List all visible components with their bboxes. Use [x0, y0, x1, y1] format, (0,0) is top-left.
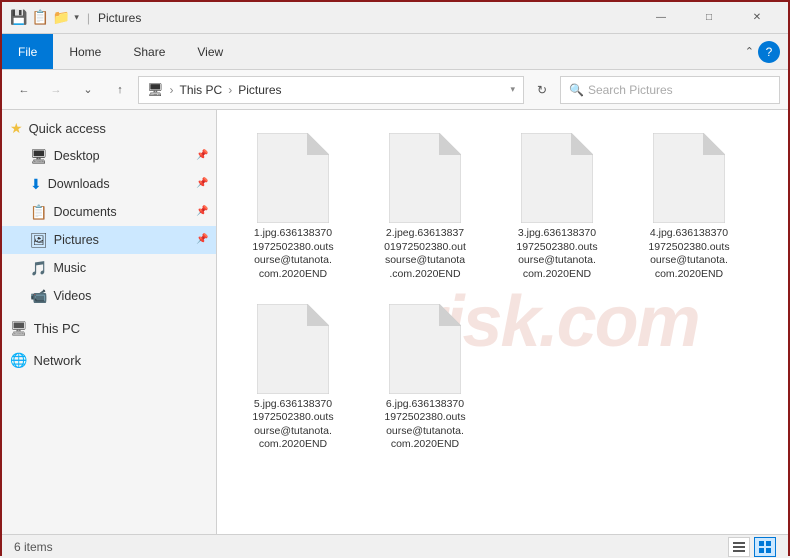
file-name-2: 2.jpeg.6361383701972502380.outsourse@tut…	[384, 227, 466, 282]
thispc-icon: 🖥	[10, 320, 28, 337]
status-bar: 6 items	[2, 534, 788, 558]
sidebar-desktop-label: Desktop	[54, 149, 100, 163]
sidebar-item-videos[interactable]: 📹 Videos	[2, 282, 216, 310]
sidebar-network-header[interactable]: 🌐 Network	[2, 346, 216, 374]
back-button[interactable]: ←	[10, 76, 38, 104]
file-item-3[interactable]: 3.jpg.6361383701972502380.outsourse@tuta…	[497, 126, 617, 289]
window-title: Pictures	[98, 11, 638, 25]
sidebar-quick-access-header: ★ Quick access	[2, 114, 216, 142]
tab-file[interactable]: File	[2, 34, 53, 69]
separator: |	[87, 11, 90, 25]
file-icon-4	[653, 133, 725, 223]
file-item-2[interactable]: 2.jpeg.6361383701972502380.outsourse@tut…	[365, 126, 485, 289]
file-name-1: 1.jpg.6361383701972502380.outsourse@tuta…	[252, 227, 333, 282]
path-pictures: Pictures	[238, 83, 281, 97]
pin-icon-pictures: 📌	[196, 234, 208, 246]
sidebar-downloads-label: Downloads	[48, 177, 110, 191]
qat-icon1: 💾	[10, 9, 27, 26]
qat-icon3: 📁	[53, 9, 70, 26]
list-view-button[interactable]	[728, 537, 750, 557]
pin-icon-downloads: 📌	[196, 178, 208, 190]
content-area: risk.com 1.jpg.6361383701972502380.outso…	[217, 110, 788, 534]
address-path[interactable]: 🖥 › This PC › Pictures ▾	[138, 76, 524, 104]
minimize-button[interactable]: —	[638, 2, 684, 34]
search-box[interactable]: 🔍 Search Pictures	[560, 76, 780, 104]
title-bar: 💾 📋 📁 ▾ | Pictures — □ ✕	[2, 2, 788, 34]
path-separator2: ›	[228, 83, 232, 97]
tab-share[interactable]: Share	[117, 34, 181, 69]
help-button[interactable]: ?	[758, 41, 780, 63]
sidebar-documents-label: Documents	[53, 205, 116, 219]
dropdown-arrow[interactable]: ▾	[74, 12, 79, 23]
pictures-icon: 🖼	[30, 232, 48, 249]
file-name-4: 4.jpg.6361383701972502380.outsourse@tuta…	[648, 227, 729, 282]
file-item-6[interactable]: 6.jpg.6361383701972502380.outsourse@tuta…	[365, 297, 485, 460]
ribbon: File Home Share View ⌃ ?	[2, 34, 788, 70]
main-area: ★ Quick access 🖥 Desktop 📌 ⬇ Downloads 📌…	[2, 110, 788, 534]
large-icons-view-button[interactable]	[754, 537, 776, 557]
qat-icon2: 📋	[31, 9, 48, 26]
file-icon-6	[389, 304, 461, 394]
file-item-5[interactable]: 5.jpg.6361383701972502380.outsourse@tuta…	[233, 297, 353, 460]
documents-icon: 📋	[30, 204, 47, 221]
file-name-3: 3.jpg.6361383701972502380.outsourse@tuta…	[516, 227, 597, 282]
search-placeholder: Search Pictures	[588, 83, 673, 97]
sidebar-item-music[interactable]: 🎵 Music	[2, 254, 216, 282]
search-icon: 🔍	[569, 83, 584, 97]
sidebar-videos-label: Videos	[53, 289, 91, 303]
file-icon-2	[389, 133, 461, 223]
sidebar-item-downloads[interactable]: ⬇ Downloads 📌	[2, 170, 216, 198]
videos-icon: 📹	[30, 288, 47, 305]
sidebar-thispc-header[interactable]: 🖥 This PC	[2, 314, 216, 342]
path-separator1: ›	[170, 83, 174, 97]
network-icon: 🌐	[10, 352, 27, 369]
sidebar-pictures-label: Pictures	[54, 233, 99, 247]
music-icon: 🎵	[30, 260, 47, 277]
pin-icon-desktop: 📌	[196, 150, 208, 162]
address-bar: ← → ⌄ ↑ 🖥 › This PC › Pictures ▾ ↻ 🔍 Sea…	[2, 70, 788, 110]
file-icon-1	[257, 133, 329, 223]
close-button[interactable]: ✕	[734, 2, 780, 34]
star-icon: ★	[10, 120, 23, 137]
title-bar-icons: 💾 📋 📁 ▾	[10, 9, 79, 26]
file-item-1[interactable]: 1.jpg.6361383701972502380.outsourse@tuta…	[233, 126, 353, 289]
quick-access-label: Quick access	[29, 121, 106, 136]
tab-view[interactable]: View	[181, 34, 239, 69]
sidebar-item-documents[interactable]: 📋 Documents 📌	[2, 198, 216, 226]
file-icon-5	[257, 304, 329, 394]
file-grid: 1.jpg.6361383701972502380.outsourse@tuta…	[233, 126, 772, 459]
forward-button[interactable]: →	[42, 76, 70, 104]
sidebar-music-label: Music	[53, 261, 86, 275]
sidebar: ★ Quick access 🖥 Desktop 📌 ⬇ Downloads 📌…	[2, 110, 217, 534]
chevron-up-icon[interactable]: ⌃	[745, 45, 754, 58]
file-item-4[interactable]: 4.jpg.6361383701972502380.outsourse@tuta…	[629, 126, 749, 289]
up-button[interactable]: ↑	[106, 76, 134, 104]
file-name-6: 6.jpg.6361383701972502380.outsourse@tuta…	[384, 398, 465, 453]
pin-icon-documents: 📌	[196, 206, 208, 218]
recent-locations-button[interactable]: ⌄	[74, 76, 102, 104]
file-name-5: 5.jpg.6361383701972502380.outsourse@tuta…	[252, 398, 333, 453]
maximize-button[interactable]: □	[686, 2, 732, 34]
view-controls	[728, 537, 776, 557]
sidebar-thispc-label: This PC	[34, 321, 80, 336]
sidebar-network-label: Network	[33, 353, 81, 368]
sidebar-item-desktop[interactable]: 🖥 Desktop 📌	[2, 142, 216, 170]
window-controls[interactable]: — □ ✕	[638, 2, 780, 34]
address-dropdown-icon[interactable]: ▾	[510, 84, 515, 95]
file-icon-3	[521, 133, 593, 223]
desktop-icon: 🖥	[30, 148, 48, 165]
tab-home[interactable]: Home	[53, 34, 117, 69]
item-count: 6 items	[14, 540, 53, 554]
refresh-button[interactable]: ↻	[528, 76, 556, 104]
path-this-pc: This PC	[180, 83, 223, 97]
path-icon: 🖥	[147, 82, 164, 98]
sidebar-item-pictures[interactable]: 🖼 Pictures 📌	[2, 226, 216, 254]
downloads-icon: ⬇	[30, 176, 42, 193]
